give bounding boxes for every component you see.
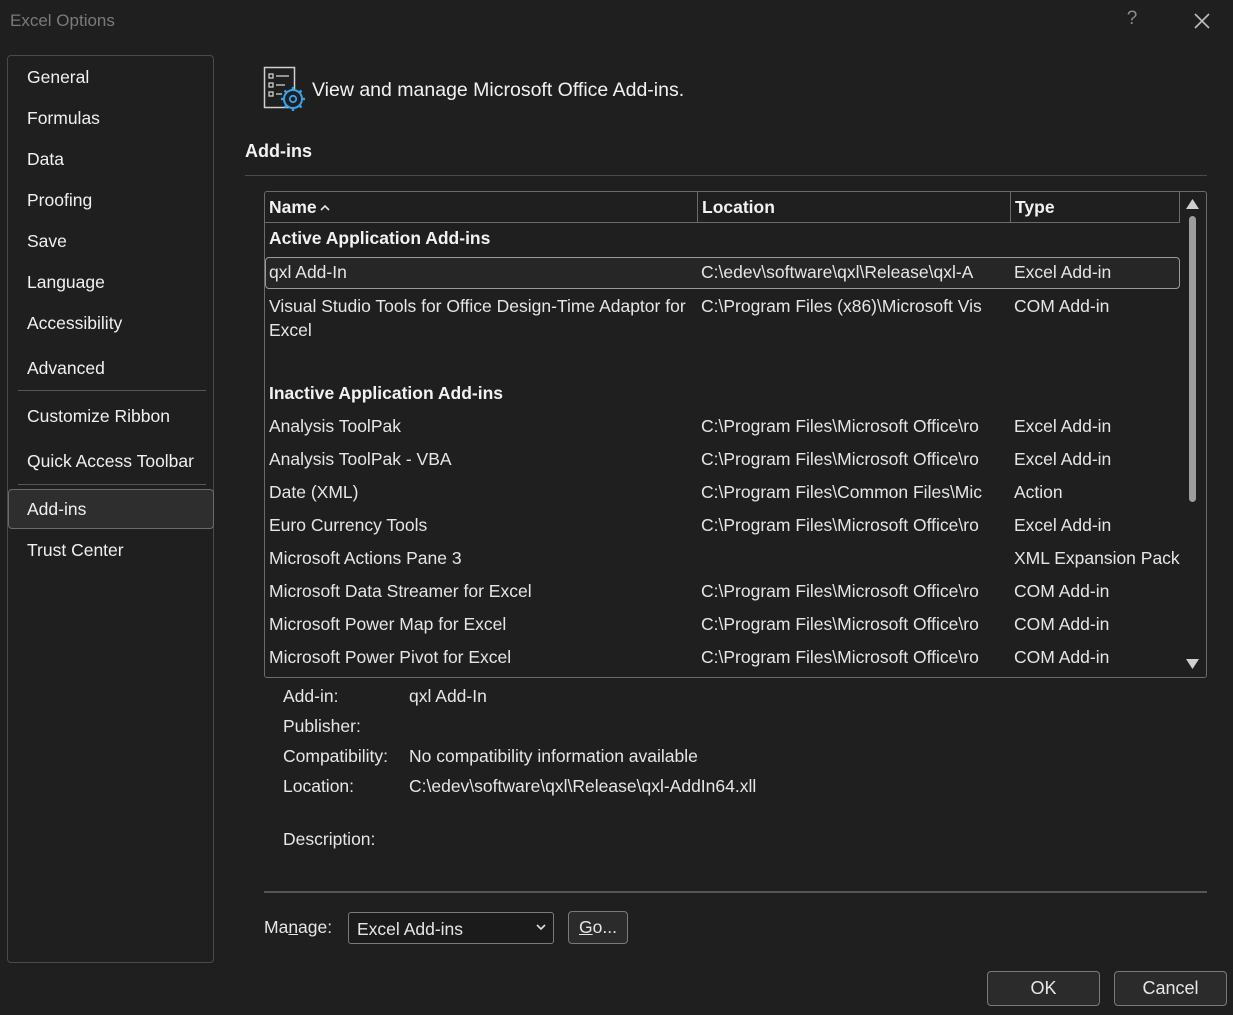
cell-location: C:\Program Files\Microsoft Office\ro [701,449,979,469]
sidebar-item-proofing[interactable]: Proofing [8,181,215,219]
table-row[interactable]: Visual Studio Tools for Office Design-Ti… [265,294,1180,344]
cell-name: Microsoft Power Map for Excel [269,614,507,634]
sidebar: General Formulas Data Proofing Save Lang… [7,55,214,963]
group-header-active: Active Application Add-ins [269,228,491,248]
manage-label: Manage: [264,917,333,937]
add-ins-icon [263,66,307,112]
detail-compatibility-value: No compatibility information available [409,746,698,766]
cell-type: Excel Add-in [1014,449,1112,469]
cell-location: C:\Program Files\Common Files\Mic [701,482,983,502]
add-ins-table[interactable]: Name Location Type Active Application Ad… [264,191,1207,678]
table-row[interactable]: Analysis ToolPak - VBA C:\Program Files\… [265,449,1180,475]
cell-type: COM Add-in [1014,296,1110,316]
cell-type: Excel Add-in [1014,262,1112,282]
cell-type: COM Add-in [1014,647,1110,667]
detail-description-label: Description: [283,829,376,849]
detail-addin-value: qxl Add-In [409,686,487,706]
sidebar-divider [18,484,206,485]
cell-location: C:\edev\software\qxl\Release\qxl-A [701,262,974,282]
close-icon [1194,13,1210,29]
table-row[interactable]: Microsoft Power Pivot for Excel C:\Progr… [265,647,1180,673]
detail-addin-label: Add-in: [283,686,339,706]
scroll-down-icon[interactable] [1185,658,1200,670]
ok-button[interactable]: OK [987,971,1100,1006]
sidebar-item-formulas[interactable]: Formulas [8,99,215,137]
cell-name: Euro Currency Tools [269,515,428,535]
manage-dropdown[interactable]: Excel Add-ins [348,912,554,944]
detail-compatibility-label: Compatibility: [283,746,389,766]
section-title: Add-ins [245,141,312,161]
scroll-thumb[interactable] [1189,216,1196,502]
sidebar-item-data[interactable]: Data [8,140,215,178]
cell-type: Excel Add-in [1014,515,1112,535]
cell-name: Analysis ToolPak [269,416,401,436]
cell-name: Microsoft Actions Pane 3 [269,548,462,568]
scroll-up-icon[interactable] [1185,198,1200,210]
cell-type: COM Add-in [1014,614,1110,634]
cell-name: Date (XML) [269,482,359,502]
cell-location: C:\Program Files\Microsoft Office\ro [701,515,979,535]
cell-type: Excel Add-in [1014,416,1112,436]
cell-location: C:\Program Files\Microsoft Office\ro [701,581,979,601]
table-row[interactable]: Microsoft Power Map for Excel C:\Program… [265,614,1180,640]
column-header-location[interactable]: Location [698,192,1011,223]
cell-type: XML Expansion Pack [1014,548,1180,568]
close-button[interactable] [1188,6,1216,36]
manage-dropdown-value: Excel Add-ins [357,919,464,939]
table-row[interactable]: Microsoft Data Streamer for Excel C:\Pro… [265,581,1180,607]
window-title: Excel Options [10,11,115,30]
cell-location: C:\Program Files (x86)\Microsoft Vis [701,296,982,316]
sidebar-item-add-ins[interactable]: Add-ins [8,489,214,529]
footer-divider [264,891,1207,893]
table-row[interactable]: Euro Currency Tools C:\Program Files\Mic… [265,515,1180,541]
cancel-button[interactable]: Cancel [1114,971,1227,1006]
cell-location: C:\Program Files\Microsoft Office\ro [701,614,979,634]
sidebar-item-save[interactable]: Save [8,222,215,260]
section-divider [245,175,1207,176]
go-button[interactable]: Go... [568,911,628,944]
sidebar-item-trust-center[interactable]: Trust Center [8,531,215,569]
help-button[interactable]: ? [1122,8,1142,32]
vertical-scrollbar[interactable] [1180,192,1206,677]
sidebar-item-customize-ribbon[interactable]: Customize Ribbon [8,397,215,435]
sidebar-item-general[interactable]: General [8,58,215,96]
sidebar-item-accessibility[interactable]: Accessibility [8,304,215,342]
cell-name: Visual Studio Tools for Office Design-Ti… [269,296,686,340]
cell-location: C:\Program Files\Microsoft Office\ro [701,416,979,436]
column-header-name[interactable]: Name [265,192,698,223]
detail-location-label: Location: [283,776,355,796]
sidebar-divider [18,390,206,391]
detail-publisher-label: Publisher: [283,716,361,736]
cell-name: Microsoft Power Pivot for Excel [269,647,512,667]
cell-location: C:\Program Files\Microsoft Office\ro [701,647,979,667]
column-header-type[interactable]: Type [1011,192,1180,223]
sidebar-item-advanced[interactable]: Advanced [8,349,215,387]
detail-location-value: C:\edev\software\qxl\Release\qxl-AddIn64… [409,776,757,796]
chevron-down-icon [536,924,546,931]
cell-type: Action [1014,482,1063,502]
cell-name: Analysis ToolPak - VBA [269,449,452,469]
cell-name: qxl Add-In [269,262,347,282]
sidebar-item-quick-access-toolbar[interactable]: Quick Access Toolbar [8,442,215,480]
cell-type: COM Add-in [1014,581,1110,601]
table-row[interactable]: Analysis ToolPak C:\Program Files\Micros… [265,416,1180,442]
table-row[interactable]: Microsoft Actions Pane 3 XML Expansion P… [265,548,1180,574]
group-header-inactive: Inactive Application Add-ins [269,383,504,403]
table-row[interactable]: qxl Add-In C:\edev\software\qxl\Release\… [265,257,1180,289]
sidebar-item-language[interactable]: Language [8,263,215,301]
sort-ascending-icon [320,204,330,211]
table-row[interactable]: Date (XML) C:\Program Files\Common Files… [265,482,1180,508]
page-heading: View and manage Microsoft Office Add-ins… [312,79,685,101]
cell-name: Microsoft Data Streamer for Excel [269,581,532,601]
